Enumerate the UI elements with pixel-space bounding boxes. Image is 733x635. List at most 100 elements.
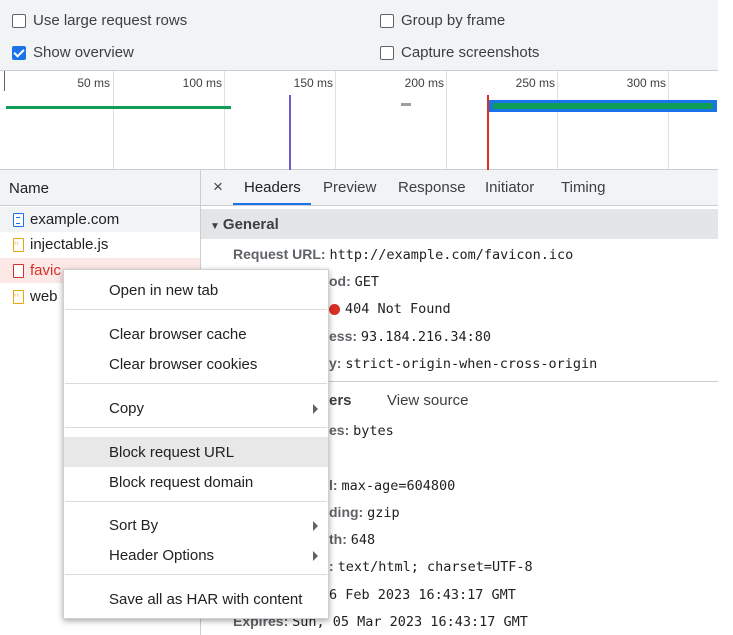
use-large-rows-option[interactable]: Use large request rows [12,12,187,29]
tab-headers[interactable]: Headers [244,179,301,196]
general-section-header[interactable]: ▼ General [201,209,718,239]
header-key: : [329,558,334,574]
menu-separator [65,574,327,575]
request-method-label: od: [329,273,351,289]
tab-response[interactable]: Response [398,179,466,196]
gridline [113,71,114,169]
header-key: l: [329,477,338,493]
request-url-value[interactable]: http://example.com/favicon.ico [329,247,573,263]
triangle-down-icon: ▼ [210,221,220,232]
general-title: General [222,216,279,233]
gridline [557,71,558,169]
capture-screenshots-option[interactable]: Capture screenshots [380,44,539,61]
response-header-row: 6 Feb 2023 16:43:17 GMT [329,586,516,603]
response-header-row: th: 648 [329,531,375,548]
header-value[interactable]: text/html; charset=UTF-8 [338,559,533,575]
tab-initiator[interactable]: Initiator [485,179,534,196]
referrer-policy-value[interactable]: strict-origin-when-cross-origin [345,356,597,372]
show-overview-option[interactable]: Show overview [12,44,134,61]
show-overview-checkbox[interactable] [12,45,26,60]
header-value[interactable]: 6 Feb 2023 16:43:17 GMT [329,587,516,603]
menu-item-open-in-new-tab[interactable]: Open in new tab [64,275,328,305]
context-menu: Open in new tab Clear browser cache Clea… [63,269,329,619]
overview-selection[interactable] [489,100,717,112]
submenu-arrow-icon [313,521,318,531]
request-row-injectable-js[interactable]: injectable.js [0,232,200,257]
tick-label: 250 ms [515,76,555,90]
menu-item-copy[interactable]: Copy [64,393,328,423]
menu-item-sort-by[interactable]: Sort By [64,510,328,540]
menu-item-block-request-url[interactable]: Block request URL [64,437,328,467]
menu-item-header-options-label: Header Options [109,547,215,564]
tick-label: 150 ms [293,76,333,90]
group-by-frame-label: Group by frame [401,12,506,29]
gridline [668,71,669,169]
dom-content-loaded-marker [289,95,291,171]
menu-item-header-options[interactable]: Header Options [64,540,328,570]
network-overview[interactable]: 50 ms 100 ms 150 ms 200 ms 250 ms 300 ms [0,70,718,171]
request-url-label: Request URL: [233,246,326,262]
tab-timing[interactable]: Timing [561,179,605,196]
menu-item-clear-browser-cookies[interactable]: Clear browser cookies [64,349,328,379]
tick-label: 100 ms [182,76,222,90]
view-source-link[interactable]: View source [387,392,468,409]
menu-item-copy-label: Copy [109,400,145,417]
request-method-row: od: GET [329,273,379,290]
menu-item-save-all-as-har[interactable]: Save all as HAR with content [64,584,328,614]
response-header-row: : text/html; charset=UTF-8 [329,558,533,575]
menu-item-sort-by-label: Sort By [109,517,159,534]
response-headers-title: ers [329,392,352,409]
header-value[interactable]: max-age=604800 [341,478,455,494]
document-icon [13,212,24,227]
status-code-row: 404 Not Found [329,301,451,317]
request-name: favic [30,262,61,279]
group-by-frame-option[interactable]: Group by frame [380,12,505,29]
menu-separator [65,427,327,428]
overview-request-bar [6,106,231,109]
submenu-arrow-icon [313,551,318,561]
group-by-frame-checkbox[interactable] [380,13,394,28]
error-file-icon [13,263,24,278]
script-icon [13,289,24,304]
request-method-value[interactable]: GET [355,274,379,290]
status-code-value[interactable]: 404 Not Found [345,301,451,317]
gridline [335,71,336,169]
overview-start-line [4,71,5,91]
menu-separator [65,383,327,384]
menu-item-clear-browser-cache[interactable]: Clear browser cache [64,319,328,349]
response-header-row: l: max-age=604800 [329,477,455,494]
tick-label: 300 ms [626,76,666,90]
menu-item-block-request-domain[interactable]: Block request domain [64,467,328,497]
network-settings-bar: Use large request rows Show overview Gro… [0,0,718,70]
response-headers-header[interactable]: ers [329,392,352,409]
referrer-policy-label: y: [329,355,342,371]
name-column-header[interactable]: Name [0,170,200,206]
request-name: web [30,288,58,305]
script-icon [13,237,24,252]
close-details-icon[interactable]: × [213,177,223,197]
request-url-row: Request URL: http://example.com/favicon.… [233,246,573,263]
header-value[interactable]: gzip [367,505,400,521]
response-header-row: ding: gzip [329,504,400,521]
capture-screenshots-label: Capture screenshots [401,44,540,61]
use-large-rows-checkbox[interactable] [12,13,26,28]
submenu-arrow-icon [313,404,318,414]
remote-address-value[interactable]: 93.184.216.34:80 [361,329,491,345]
capture-screenshots-checkbox[interactable] [380,45,394,60]
request-name: injectable.js [30,236,109,253]
tab-preview[interactable]: Preview [323,179,376,196]
details-tab-bar: × Headers Preview Response Initiator Tim… [201,170,718,206]
referrer-policy-row: y: strict-origin-when-cross-origin [329,355,597,372]
remote-address-row: ess: 93.184.216.34:80 [329,328,491,345]
response-header-row: es: bytes [329,422,394,439]
gridline [446,71,447,169]
header-key: ding: [329,504,364,520]
header-key: es: [329,422,350,438]
menu-separator [65,501,327,502]
show-overview-label: Show overview [33,44,134,61]
request-row-example-com[interactable]: example.com [0,207,200,232]
scrollbar[interactable] [718,0,733,635]
header-value[interactable]: bytes [353,423,394,439]
tick-label: 50 ms [77,76,110,90]
header-value[interactable]: 648 [351,532,375,548]
